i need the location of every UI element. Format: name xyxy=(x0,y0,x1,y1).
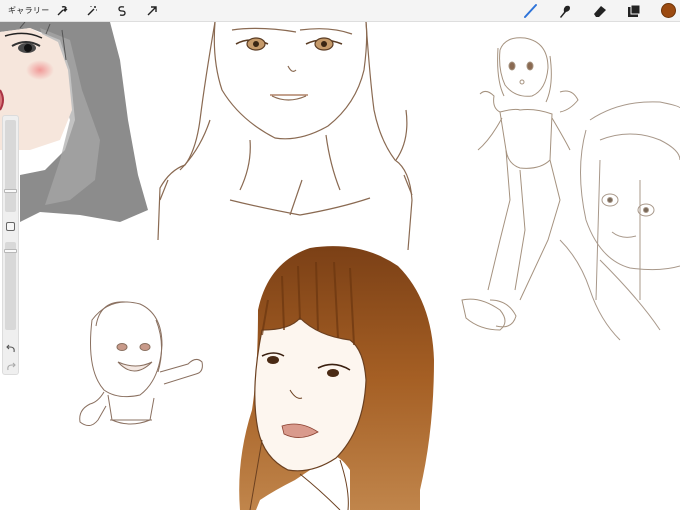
transform-arrow-icon[interactable] xyxy=(144,3,160,19)
opacity-slider[interactable] xyxy=(4,242,17,330)
eyedropper-button[interactable] xyxy=(6,222,15,231)
sketch-girl-standing xyxy=(461,37,579,331)
sketch-chibi xyxy=(79,301,203,426)
undo-icon[interactable] xyxy=(5,340,17,353)
gallery-button[interactable]: ギャラリー xyxy=(8,5,50,16)
selection-icon[interactable] xyxy=(114,3,130,19)
layers-icon[interactable] xyxy=(626,3,642,19)
sketch-girl-topcenter xyxy=(157,21,413,251)
wrench-icon[interactable] xyxy=(54,3,70,19)
eraser-icon[interactable] xyxy=(592,3,608,19)
top-toolbar: ギャラリー xyxy=(0,0,680,22)
color-picker-button[interactable] xyxy=(661,3,676,18)
left-sidebar xyxy=(2,115,19,375)
brush-size-slider[interactable] xyxy=(4,120,17,212)
painting-girl-brown xyxy=(239,246,434,510)
redo-icon[interactable] xyxy=(5,358,17,371)
brush-icon[interactable] xyxy=(523,3,539,19)
drawing-canvas[interactable] xyxy=(0,0,680,510)
magic-wand-icon[interactable] xyxy=(84,3,100,19)
sketch-girl-topleft xyxy=(0,21,148,222)
brush-size-thumb[interactable] xyxy=(4,188,17,193)
sketch-girl-right-edge xyxy=(559,101,680,341)
opacity-thumb[interactable] xyxy=(4,248,17,253)
smudge-icon[interactable] xyxy=(557,3,573,19)
